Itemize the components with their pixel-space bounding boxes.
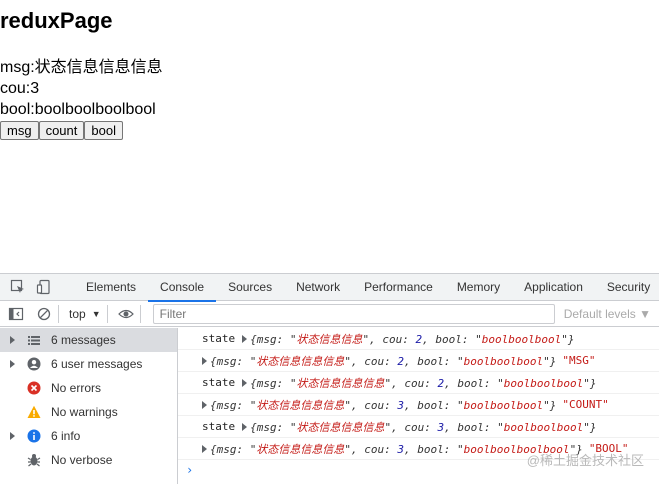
logged-object[interactable]: {msg: "状态信息信息信息", cou: 3, bool: "boolboo… [250,419,596,435]
console-log-entry[interactable]: state {msg: "状态信息信息信息", cou: 2, bool: "b… [178,372,659,394]
msg-state-text: msg:状态信息信息信息 [0,59,163,76]
tab-security[interactable]: Security [595,274,659,301]
expand-arrow-icon[interactable] [10,432,15,440]
logged-object[interactable]: {msg: "状态信息信息信息", cou: 3, bool: "boolboo… [210,397,556,413]
user-icon [27,357,41,371]
log-levels-dropdown[interactable]: Default levels ▼ [564,307,651,321]
watermark-text: @稀土掘金技术社区 [526,453,644,468]
info-icon [27,429,41,443]
sidebar-item-messages[interactable]: 6 messages [0,328,177,352]
console-prompt[interactable]: › [186,463,193,477]
obj-msg-value: 状态信息信息信息 [296,420,385,434]
caret-down-icon: ▼ [91,308,101,319]
obj-msg-value: 状态信息信息信息 [256,354,345,368]
tab-elements[interactable]: Elements [74,274,148,301]
cou-state-text: cou:3 [0,80,40,97]
log-prefix: state [202,376,236,389]
filter-input[interactable] [152,303,555,324]
sidebar-item-errors[interactable]: No errors [0,376,177,400]
devtools-panel: Elements Console Sources Network Perform… [0,273,659,484]
console-toolbar: top ▼ Default levels ▼ [0,301,659,327]
caret-down-icon: ▼ [639,306,651,321]
logged-object[interactable]: {msg: "状态信息信息信息", cou: 2, bool: "boolboo… [210,353,556,369]
sidebar-item-user-messages[interactable]: 6 user messages [0,352,177,376]
sidebar-item-warnings[interactable]: No warnings [0,400,177,424]
obj-cou-value: 2 [397,354,404,368]
obj-bool-value: boolboolbool [503,376,584,390]
obj-cou-value: 3 [397,442,404,456]
bug-icon [27,453,41,467]
expand-object-icon[interactable] [242,378,248,387]
sidebar-item-verbose[interactable]: No verbose [0,448,177,472]
sidebar-item-label: 6 user messages [51,357,143,371]
log-levels-label: Default levels [563,306,636,321]
console-sidebar: 6 messages 6 user messages No errors No … [0,328,178,484]
context-selector[interactable]: top ▼ [69,307,101,321]
bool-button[interactable]: bool [84,121,123,140]
inspect-element-icon[interactable] [10,279,26,295]
tab-sources[interactable]: Sources [216,274,284,301]
tab-console[interactable]: Console [148,274,217,302]
obj-msg-value: 状态信息信息信息 [256,398,345,412]
tab-memory[interactable]: Memory [445,274,512,301]
sidebar-item-label: No warnings [51,405,118,419]
expand-object-icon[interactable] [242,422,248,431]
expand-arrow-icon[interactable] [10,336,15,344]
expand-object-icon[interactable] [202,400,207,409]
console-log-entry[interactable]: state {msg: "状态信息信息信息", cou: 3, bool: "b… [178,416,659,438]
console-output: state {msg: "状态信息信息", cou: 2, bool: "boo… [178,328,659,484]
page-title: reduxPage [0,8,113,33]
error-icon [27,381,41,395]
bool-state-text: bool:boolboolboolbool [0,101,156,118]
toolbar-separator [58,304,59,323]
page-content: reduxPage msg:状态信息信息信息 cou:3 bool:boolbo… [0,0,659,272]
action-buttons: msg count bool [0,121,123,140]
eye-icon[interactable] [117,306,134,322]
device-toolbar-icon[interactable] [36,279,52,295]
action-type-tag: "MSG" [562,354,596,367]
sidebar-item-label: 6 info [51,429,81,443]
log-prefix: state [202,332,236,345]
obj-cou-value: 3 [397,398,404,412]
sidebar-item-label: 6 messages [51,333,116,347]
tab-network[interactable]: Network [284,274,352,301]
logged-object[interactable]: {msg: "状态信息信息信息", cou: 2, bool: "boolboo… [250,375,596,391]
obj-bool-value: boolboolbool [481,332,562,346]
obj-msg-value: 状态信息信息信息 [296,376,385,390]
expand-object-icon[interactable] [202,356,207,365]
obj-msg-value: 状态信息信息 [296,332,363,346]
devtools-tab-bar: Elements Console Sources Network Perform… [0,274,659,302]
count-button[interactable]: count [38,121,85,140]
clear-console-icon[interactable] [36,306,52,322]
expand-object-icon[interactable] [242,334,248,343]
log-prefix: state [202,420,236,433]
tab-application[interactable]: Application [512,274,595,301]
sidebar-item-info[interactable]: 6 info [0,424,177,448]
sidebar-toggle-icon[interactable] [8,306,24,322]
action-type-tag: "COUNT" [562,398,609,411]
msg-button[interactable]: msg [0,121,39,140]
sidebar-item-label: No verbose [51,453,113,467]
tab-performance[interactable]: Performance [352,274,445,301]
console-log-entry[interactable]: {msg: "状态信息信息信息", cou: 3, bool: "boolboo… [178,394,659,416]
console-body: 6 messages 6 user messages No errors No … [0,328,659,484]
console-log-entry[interactable]: state {msg: "状态信息信息", cou: 2, bool: "boo… [178,328,659,350]
toolbar-separator [106,304,108,323]
console-log-entry[interactable]: {msg: "状态信息信息信息", cou: 2, bool: "boolboo… [178,350,659,372]
logged-object[interactable]: {msg: "状态信息信息", cou: 2, bool: "boolboolb… [250,331,574,347]
obj-bool-value: boolboolbool [503,420,584,434]
expand-arrow-icon[interactable] [10,360,15,368]
context-value: top [69,306,86,321]
list-icon [27,333,41,347]
obj-bool-value: boolboolbool [463,354,544,368]
obj-msg-value: 状态信息信息信息 [256,442,345,456]
expand-object-icon[interactable] [202,444,207,453]
sidebar-item-label: No errors [51,381,102,395]
warning-icon [27,405,41,419]
toolbar-separator [139,304,141,323]
obj-bool-value: boolboolbool [463,398,544,412]
